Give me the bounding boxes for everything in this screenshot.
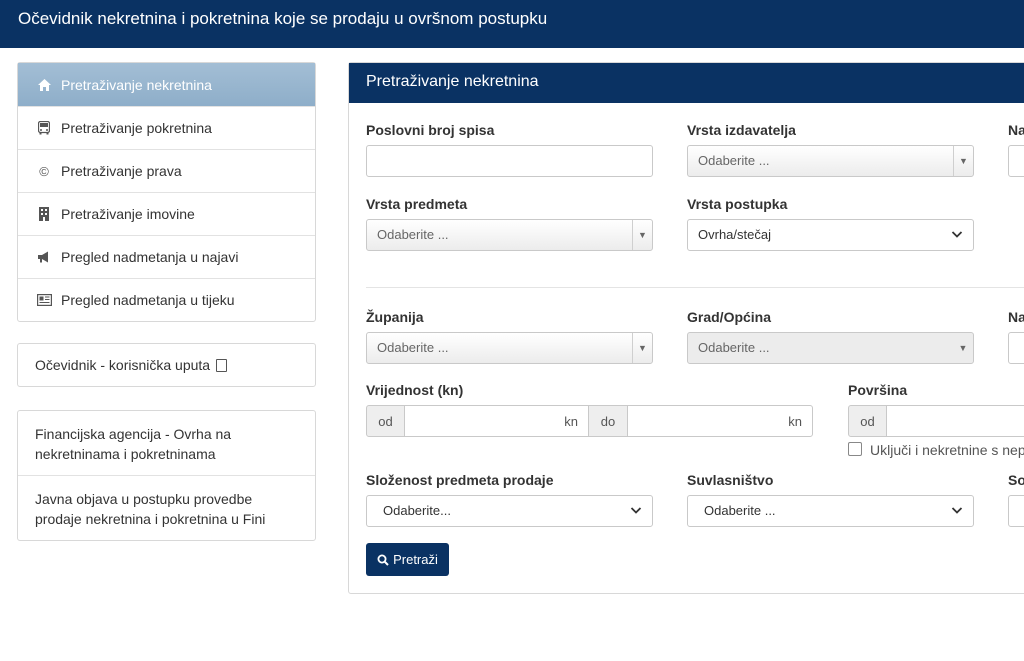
value-to-unit: kn xyxy=(788,414,802,429)
cut-off-label-3: So xyxy=(1008,472,1024,488)
bus-icon xyxy=(36,121,52,135)
include-checkbox[interactable] xyxy=(848,442,862,456)
chevron-down-icon xyxy=(951,231,963,238)
sidebar-item-label: Pretraživanje prava xyxy=(61,163,182,179)
sidebar-nav: Pretraživanje nekretnina Pretraživanje p… xyxy=(17,62,316,322)
newspaper-icon xyxy=(36,294,52,306)
building-icon xyxy=(36,207,52,221)
coownership-value: Odaberite ... xyxy=(704,503,776,518)
subject-type-select[interactable]: Odaberite ... ▼ xyxy=(366,219,653,251)
city-select[interactable]: Odaberite ... ▼ xyxy=(687,332,974,364)
city-label: Grad/Općina xyxy=(687,309,772,325)
caret-down-icon: ▼ xyxy=(632,220,652,250)
sidebar-item-imovina[interactable]: Pretraživanje imovine xyxy=(18,192,315,235)
sidebar-item-nekretnine[interactable]: Pretraživanje nekretnina xyxy=(18,63,315,106)
issuer-type-label: Vrsta izdavatelja xyxy=(687,122,796,138)
search-button-label: Pretraži xyxy=(393,552,438,567)
search-icon xyxy=(377,554,389,566)
sidebar-item-prava[interactable]: © Pretraživanje prava xyxy=(18,149,315,192)
county-label: Županija xyxy=(366,309,424,325)
copyright-icon: © xyxy=(39,163,49,179)
sidebar-item-tijek[interactable]: Pregled nadmetanja u tijeku xyxy=(18,278,315,321)
procedure-type-label: Vrsta postupka xyxy=(687,196,788,212)
caret-down-icon: ▼ xyxy=(632,333,652,363)
external-links: Financijska agencija - Ovrha na nekretni… xyxy=(17,410,316,541)
county-select[interactable]: Odaberite ... ▼ xyxy=(366,332,653,364)
procedure-type-value: Ovrha/stečaj xyxy=(698,227,771,242)
subject-type-value: Odaberite ... xyxy=(377,227,449,242)
complexity-value: Odaberite... xyxy=(383,503,451,518)
sidebar-item-najava[interactable]: Pregled nadmetanja u najavi xyxy=(18,235,315,278)
city-value: Odaberite ... xyxy=(698,340,770,355)
manual-link-label: Očevidnik - korisnička uputa xyxy=(35,357,211,373)
sidebar-item-label: Pregled nadmetanja u najavi xyxy=(61,249,239,265)
subject-type-label: Vrsta predmeta xyxy=(366,196,468,212)
sidebar-item-label: Pretraživanje nekretnina xyxy=(61,76,212,93)
value-to-addon: do xyxy=(588,405,628,437)
case-number-input[interactable] xyxy=(366,145,653,177)
value-label: Vrijednost (kn) xyxy=(366,382,464,398)
cut-off-input-3[interactable] xyxy=(1008,495,1024,527)
app-title: Očevidnik nekretnina i pokretnina koje s… xyxy=(18,9,548,28)
section-divider xyxy=(366,287,1024,288)
sidebar-item-label: Pretraživanje imovine xyxy=(61,206,195,222)
complexity-label: Složenost predmeta prodaje xyxy=(366,472,554,488)
county-value: Odaberite ... xyxy=(377,340,449,355)
cut-off-label-2: Na xyxy=(1008,309,1024,325)
procedure-type-select[interactable]: Ovrha/stečaj xyxy=(687,219,974,251)
caret-down-icon: ▼ xyxy=(953,146,973,176)
manual-link[interactable]: Očevidnik - korisnička uputa xyxy=(17,343,316,387)
pdf-icon xyxy=(216,358,228,372)
panel-title: Pretraživanje nekretnina xyxy=(349,63,1024,103)
top-header: Očevidnik nekretnina i pokretnina koje s… xyxy=(0,0,1024,48)
value-to-input[interactable]: kn xyxy=(627,405,813,437)
coownership-label: Suvlasništvo xyxy=(687,472,774,488)
issuer-type-select[interactable]: Odaberite ... ▼ xyxy=(687,145,974,177)
case-number-label: Poslovni broj spisa xyxy=(366,122,495,138)
chevron-down-icon xyxy=(951,507,963,514)
value-from-input[interactable]: kn xyxy=(404,405,589,437)
value-from-unit: kn xyxy=(564,414,578,429)
value-from-addon: od xyxy=(366,405,405,437)
chevron-down-icon xyxy=(630,507,642,514)
include-checkbox-label: Uključi i nekretnine s nepo xyxy=(870,442,1024,458)
cut-off-label-1: Na xyxy=(1008,122,1024,138)
sidebar-item-label: Pretraživanje pokretnina xyxy=(61,120,212,136)
area-from-addon: od xyxy=(848,405,887,437)
public-notice-link[interactable]: Javna objava u postupku provedbe prodaje… xyxy=(18,475,315,540)
megaphone-icon xyxy=(36,251,52,263)
complexity-select[interactable]: Odaberite... xyxy=(366,495,653,527)
sidebar-item-pokretnine[interactable]: Pretraživanje pokretnina xyxy=(18,106,315,149)
fina-agency-link[interactable]: Financijska agencija - Ovrha na nekretni… xyxy=(18,411,315,475)
search-button[interactable]: Pretraži xyxy=(366,543,449,576)
sidebar-item-label: Pregled nadmetanja u tijeku xyxy=(61,292,235,308)
caret-down-icon: ▼ xyxy=(958,343,968,353)
home-icon xyxy=(36,78,52,91)
area-label: Površina xyxy=(848,382,908,398)
cut-off-input-2[interactable] xyxy=(1008,332,1024,364)
issuer-type-value: Odaberite ... xyxy=(698,153,770,168)
coownership-select[interactable]: Odaberite ... xyxy=(687,495,974,527)
area-from-input[interactable] xyxy=(886,405,1024,437)
cut-off-input-1[interactable] xyxy=(1008,145,1024,177)
